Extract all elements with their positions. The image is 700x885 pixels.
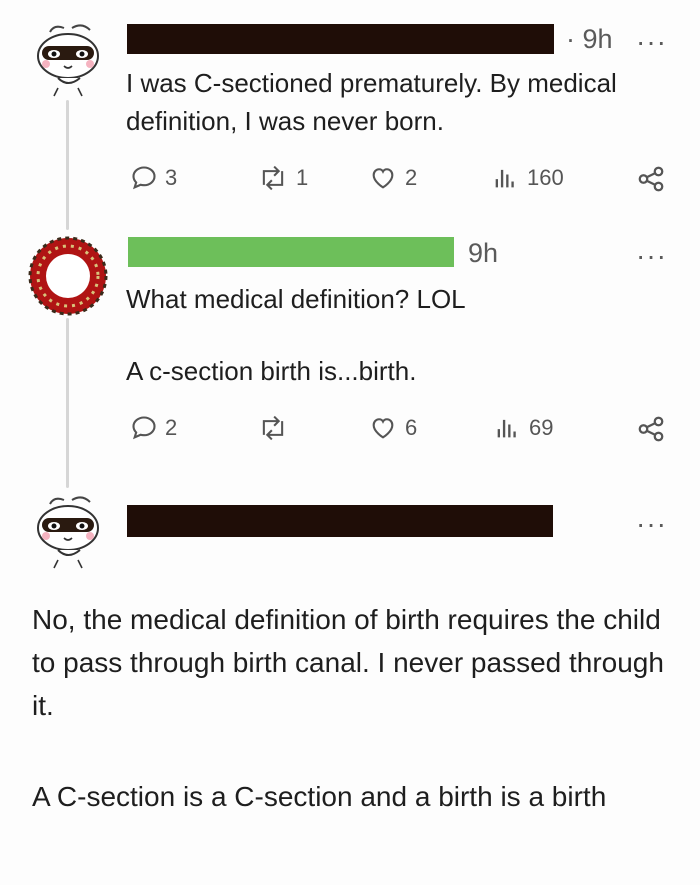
thread-line-1 — [66, 100, 69, 230]
repost-count: 1 — [296, 165, 309, 190]
views-count: 69 — [529, 415, 554, 440]
share-icon — [638, 416, 664, 442]
redacted-username — [128, 237, 454, 267]
thread-line-2 — [66, 318, 69, 488]
like-button[interactable]: 2 — [368, 164, 417, 192]
reply-button[interactable]: 3 — [130, 164, 177, 192]
redacted-username — [127, 24, 554, 54]
views-icon — [495, 169, 514, 188]
repost-icon — [262, 165, 284, 191]
views-count: 160 — [527, 165, 564, 190]
reply-button[interactable]: 2 — [130, 414, 177, 442]
more-options-button[interactable]: ··· — [636, 28, 667, 56]
views-icon — [497, 419, 516, 438]
repost-icon — [262, 415, 284, 441]
reply-count: 3 — [165, 165, 178, 190]
user-avatar[interactable] — [28, 236, 108, 316]
redacted-username — [127, 505, 553, 537]
repost-button[interactable]: 1 — [257, 164, 308, 192]
share-button[interactable] — [636, 164, 666, 194]
post-paragraph: A c-section birth is...birth. — [126, 356, 417, 386]
more-options-button[interactable]: ··· — [636, 242, 667, 270]
post-paragraph: No, the medical definition of birth requ… — [32, 604, 664, 721]
reply-count: 2 — [165, 415, 178, 440]
like-count: 6 — [405, 415, 418, 440]
like-button[interactable]: 6 — [368, 414, 417, 442]
post-paragraph: I was C-sectioned prematurely. By medica… — [126, 68, 617, 136]
reply-icon — [132, 416, 156, 440]
post-paragraph: A C-section is a C-section and a birth i… — [32, 781, 607, 812]
share-icon — [638, 166, 664, 192]
repost-button[interactable] — [257, 414, 296, 442]
post-time: · 9h — [566, 24, 613, 54]
views-button[interactable]: 160 — [490, 164, 564, 192]
share-button[interactable] — [636, 414, 666, 444]
post-text: What medical definition? LOL A c-section… — [126, 280, 686, 390]
post-paragraph: What medical definition? LOL — [126, 284, 466, 314]
like-icon — [372, 168, 394, 189]
reply-icon — [132, 166, 156, 190]
views-button[interactable]: 69 — [492, 414, 553, 442]
more-options-button[interactable]: ··· — [636, 510, 667, 538]
like-count: 2 — [405, 165, 418, 190]
user-avatar[interactable] — [28, 490, 108, 570]
post-text: I was C-sectioned prematurely. By medica… — [126, 64, 686, 140]
post-text: No, the medical definition of birth requ… — [32, 598, 672, 818]
like-icon — [372, 418, 394, 439]
post-time: 9h — [468, 238, 499, 268]
user-avatar[interactable] — [28, 18, 108, 98]
